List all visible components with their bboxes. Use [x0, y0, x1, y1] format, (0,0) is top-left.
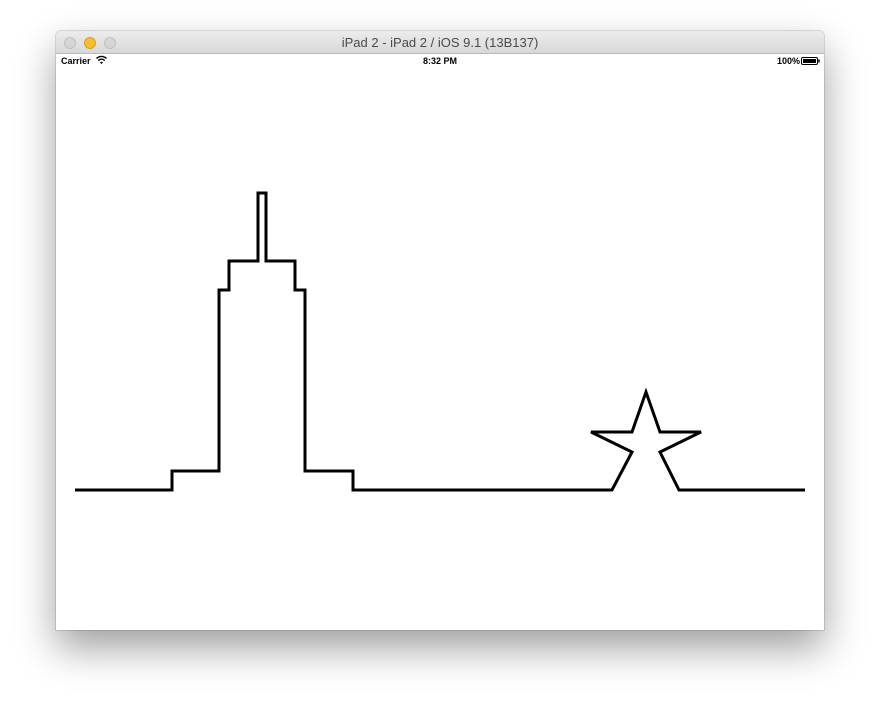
- ios-status-bar: Carrier 8:32 PM 100%: [56, 54, 824, 68]
- title-bar[interactable]: iPad 2 - iPad 2 / iOS 9.1 (13B137): [56, 31, 824, 54]
- drawing-canvas: [75, 191, 805, 492]
- battery-percent: 100%: [776, 56, 800, 66]
- battery-icon: [801, 57, 820, 65]
- window-title: iPad 2 - iPad 2 / iOS 9.1 (13B137): [341, 35, 539, 50]
- simulator-window: iPad 2 - iPad 2 / iOS 9.1 (13B137) Carri…: [56, 31, 824, 630]
- skyline-outline: [75, 191, 805, 492]
- status-time: 8:32 PM: [422, 56, 457, 66]
